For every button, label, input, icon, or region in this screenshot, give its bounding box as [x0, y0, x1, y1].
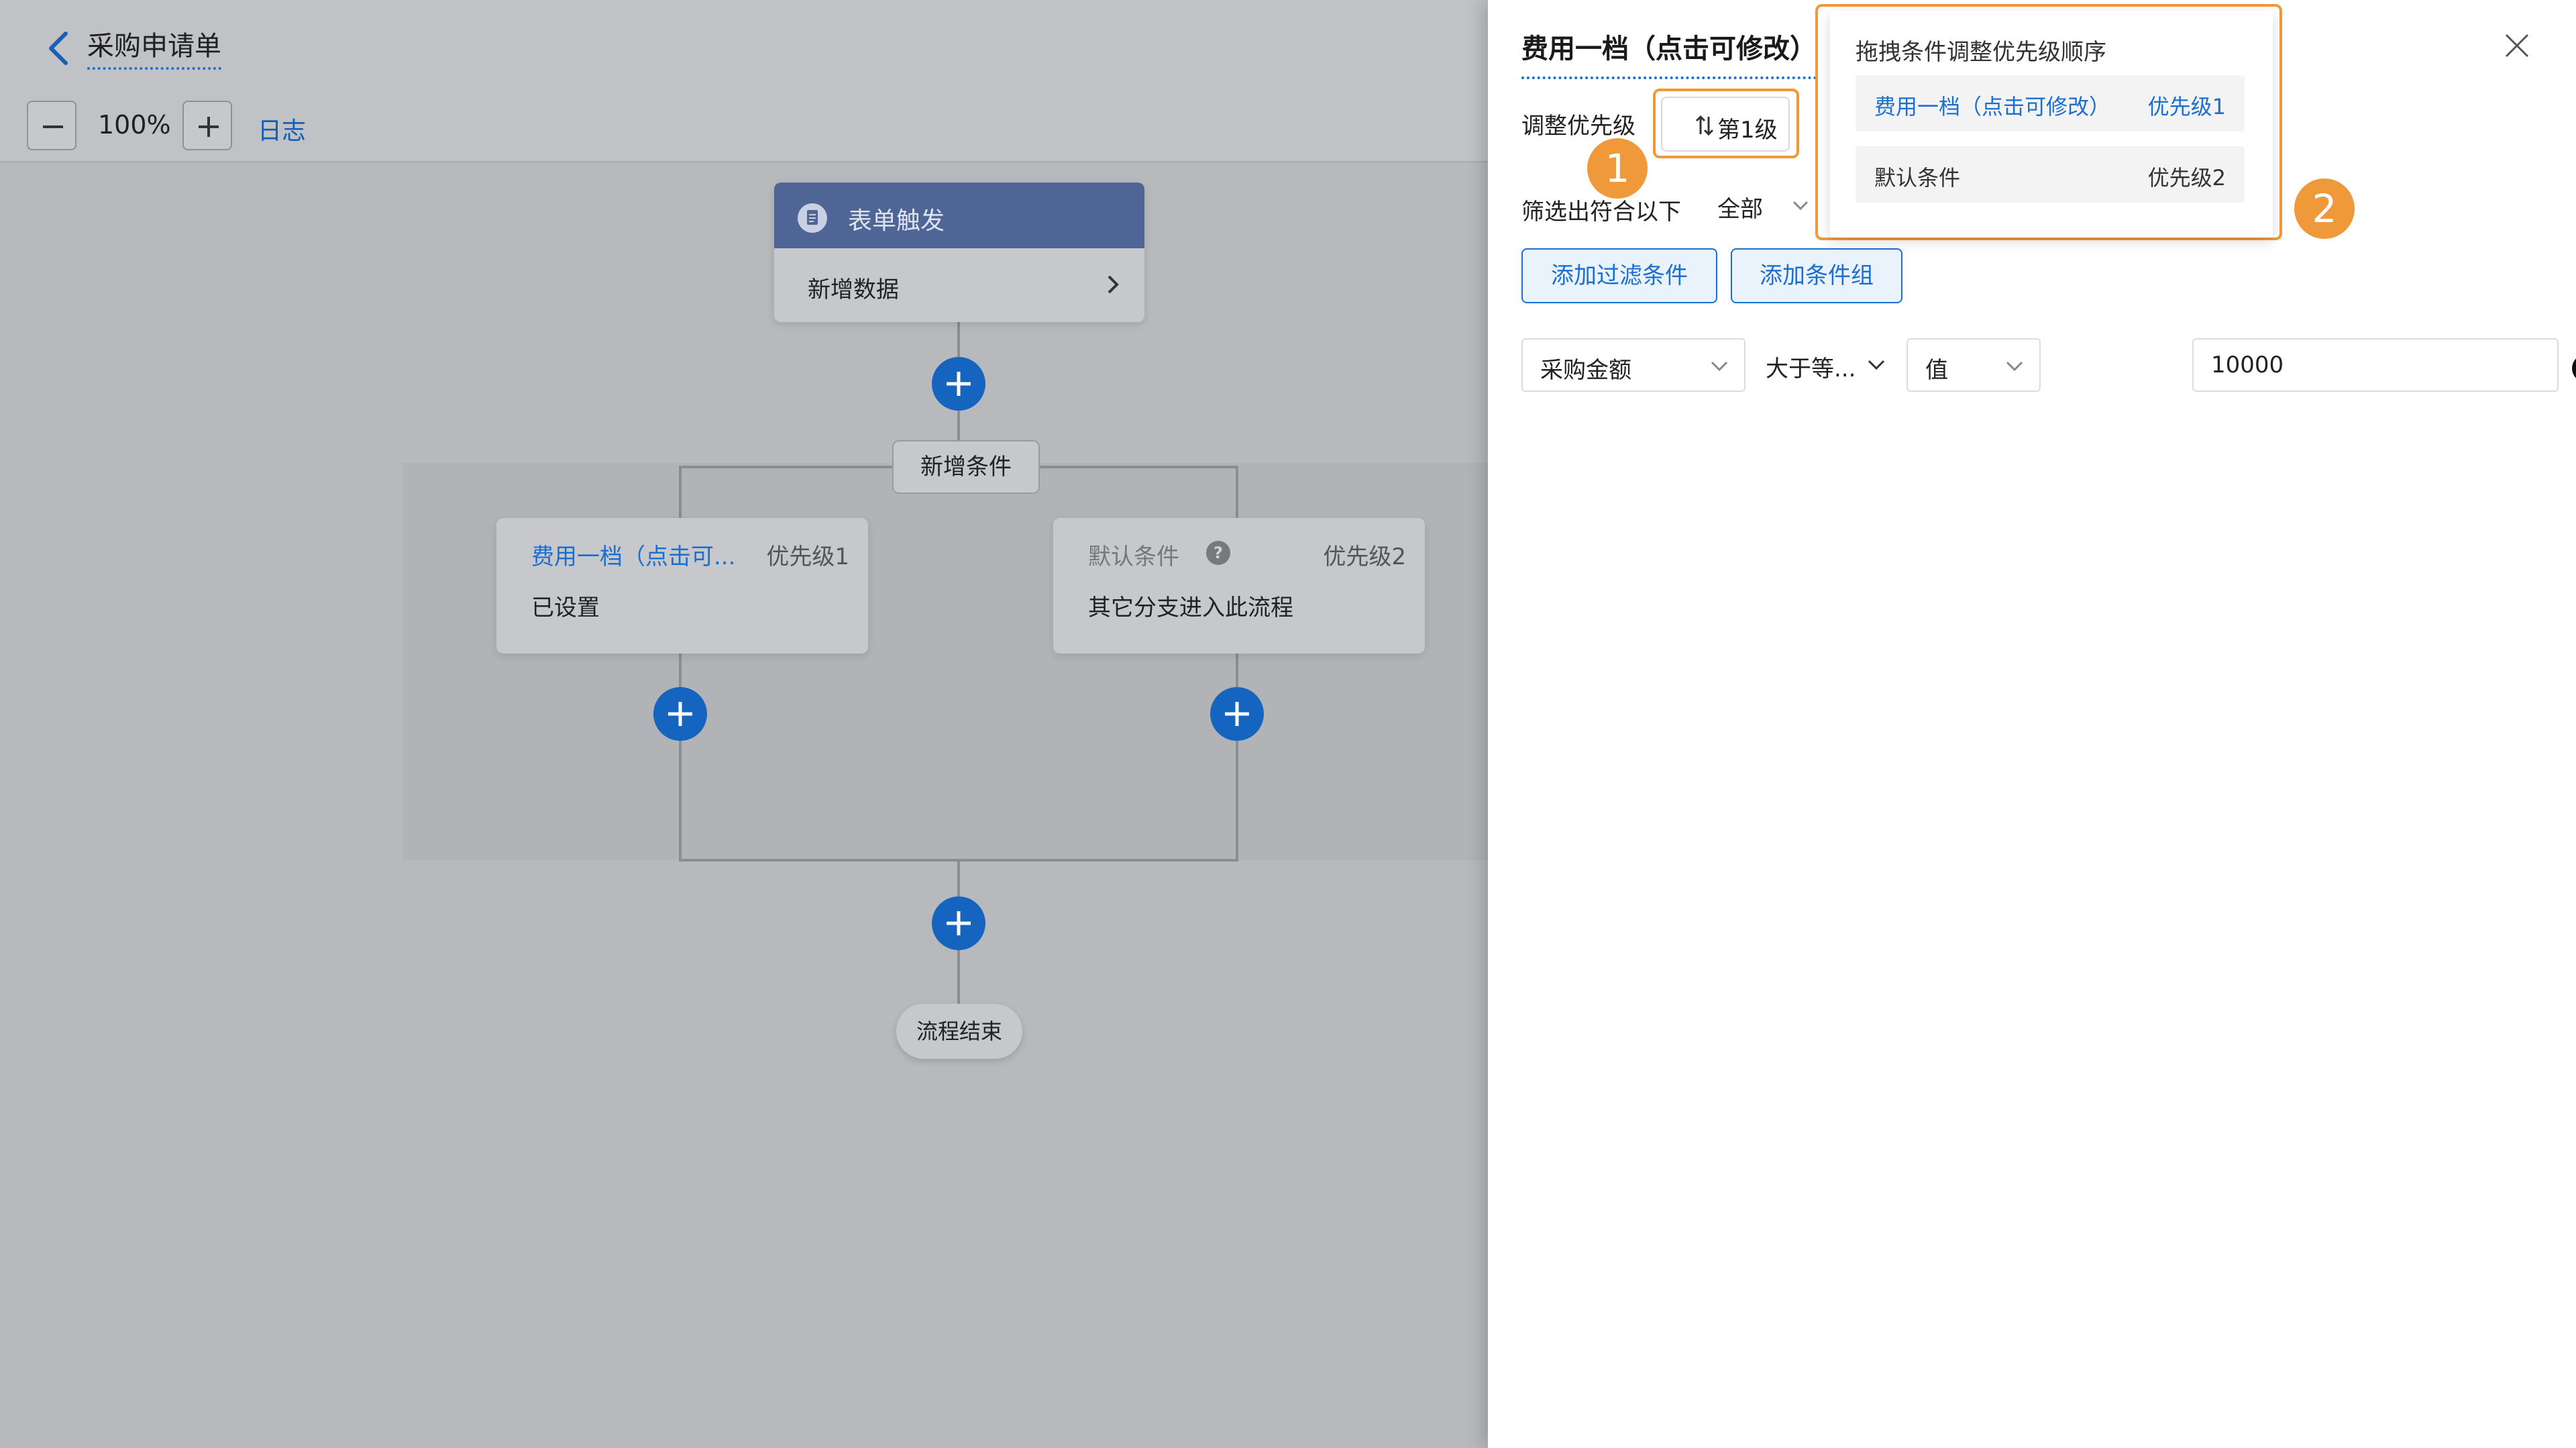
flow-canvas: 采购申请单 100% 日志 表单触发 新增数据 新增条件 费用一档（点击可...… [0, 0, 1488, 1448]
svg-text:?: ? [1214, 544, 1223, 562]
add-rule-icon[interactable] [2572, 354, 2576, 382]
condition-title: 默认条件 [1088, 544, 1179, 570]
close-icon[interactable] [2502, 31, 2532, 60]
chevron-right-icon [1108, 275, 1119, 294]
zoom-level: 100% [98, 110, 171, 140]
condition-priority: 优先级2 [1323, 544, 1406, 570]
plus-icon [199, 117, 219, 137]
back-icon[interactable] [36, 24, 83, 71]
zoom-out-button[interactable] [27, 101, 76, 150]
condition-priority: 优先级1 [766, 544, 849, 570]
priority-button-label: 第1级 [1717, 117, 1778, 144]
plus-icon [1225, 702, 1249, 726]
add-filter-button[interactable]: 添加过滤条件 [1521, 248, 1717, 303]
trigger-title: 表单触发 [848, 207, 945, 235]
filter-mode-select[interactable]: 全部 [1717, 191, 1763, 223]
plus-icon [947, 911, 971, 935]
value-type-value: 值 [1925, 357, 1948, 384]
trigger-node[interactable]: 表单触发 新增数据 [774, 183, 1144, 322]
chevron-down-icon [1792, 201, 1809, 211]
step-marker-1: 1 [1587, 138, 1648, 199]
chevron-down-icon [1711, 361, 1728, 372]
popover-title: 拖拽条件调整优先级顺序 [1856, 39, 2106, 66]
add-condition-button[interactable]: 新增条件 [892, 440, 1040, 494]
sort-icon [1695, 115, 1714, 136]
add-condition-group-button[interactable]: 添加条件组 [1731, 248, 1902, 303]
chevron-down-icon [2006, 361, 2023, 372]
end-node: 流程结束 [896, 1004, 1022, 1059]
filter-label: 筛选出符合以下 [1521, 199, 1681, 225]
priority-item-name: 费用一档（点击可修改） [1874, 94, 2111, 119]
priority-item-2[interactable]: 默认条件 优先级2 [1856, 146, 2245, 203]
condition-card-1[interactable]: 费用一档（点击可... 优先级1 已设置 [496, 518, 868, 654]
condition-card-default[interactable]: 默认条件 ? 优先级2 其它分支进入此流程 [1053, 518, 1425, 654]
priority-item-level: 优先级2 [2147, 165, 2226, 191]
field-select[interactable]: 采购金额 [1521, 338, 1746, 392]
value-type-select[interactable]: 值 [1907, 338, 2041, 392]
priority-order-popover: 拖拽条件调整优先级顺序 费用一档（点击可修改） 优先级1 默认条件 优先级2 [1830, 11, 2273, 238]
plus-icon [668, 702, 692, 726]
add-node-button[interactable] [1210, 687, 1264, 741]
trigger-action: 新增数据 [808, 276, 899, 303]
priority-item-1[interactable]: 费用一档（点击可修改） 优先级1 [1856, 75, 2245, 132]
app-title: 采购申请单 [87, 24, 221, 70]
add-node-button[interactable] [653, 687, 707, 741]
minus-icon [43, 125, 63, 128]
adjust-priority-button[interactable]: 第1级 [1661, 97, 1790, 152]
plus-icon [947, 372, 971, 396]
step-marker-2: 2 [2294, 178, 2355, 239]
condition-status: 已设置 [531, 594, 600, 621]
priority-item-name: 默认条件 [1874, 165, 1961, 191]
operator-select-value: 大于等... [1766, 356, 1856, 382]
condition-title: 费用一档（点击可... [531, 544, 736, 570]
zoom-in-button[interactable] [182, 101, 232, 150]
document-icon [798, 203, 827, 233]
operator-select[interactable]: 大于等... [1756, 338, 1897, 392]
value-input[interactable] [2192, 338, 2559, 392]
add-node-button[interactable] [932, 357, 985, 411]
canvas-toolbar: 采购申请单 100% 日志 [0, 0, 1488, 162]
chevron-down-icon [1868, 360, 1885, 370]
condition-description: 其它分支进入此流程 [1088, 594, 1293, 621]
trigger-header: 表单触发 [774, 183, 1144, 248]
priority-label: 调整优先级 [1521, 113, 1635, 140]
add-node-button[interactable] [932, 896, 985, 950]
field-select-value: 采购金额 [1540, 357, 1631, 384]
log-link[interactable]: 日志 [258, 111, 306, 146]
priority-item-level: 优先级1 [2147, 94, 2226, 119]
panel-title[interactable]: 费用一档（点击可修改） [1521, 27, 1817, 79]
help-icon[interactable]: ? [1205, 539, 1232, 566]
